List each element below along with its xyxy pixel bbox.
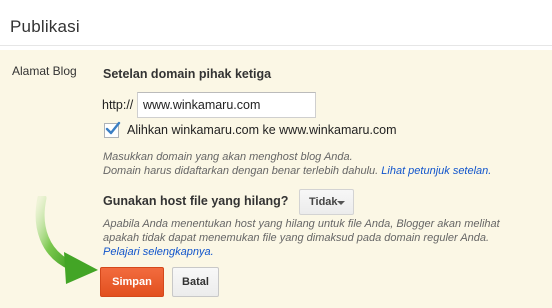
redirect-label[interactable]: Alihkan winkamaru.com ke www.winkamaru.c… bbox=[127, 123, 397, 137]
row-label: Alamat Blog bbox=[12, 64, 77, 78]
green-arrow-icon bbox=[35, 196, 98, 284]
missing-files-select[interactable]: Tidak bbox=[299, 189, 354, 215]
missing-files-selected-value: Tidak bbox=[309, 196, 338, 208]
domain-help-text-line: Domain harus didaftarkan dengan benar te… bbox=[103, 165, 379, 177]
learn-more-link[interactable]: Pelajari selengkapnya. bbox=[103, 246, 214, 258]
save-button[interactable]: Simpan bbox=[100, 267, 164, 297]
missing-files-help-text-2: apakah tidak dapat menemukan file yang d… bbox=[103, 232, 490, 244]
missing-files-help-text: Apabila Anda menentukan host yang hilang… bbox=[103, 218, 500, 230]
caret-down-icon bbox=[337, 201, 345, 205]
section-title: Publikasi bbox=[10, 17, 80, 36]
domain-settings-heading: Setelan domain pihak ketiga bbox=[103, 67, 272, 81]
checkmark-icon bbox=[105, 121, 121, 135]
domain-input[interactable] bbox=[137, 92, 316, 118]
divider bbox=[0, 45, 552, 46]
http-prefix-label: http:// bbox=[102, 98, 134, 112]
domain-help-text: Masukkan domain yang akan menghost blog … bbox=[103, 151, 353, 163]
setup-guide-link[interactable]: Lihat petunjuk setelan. bbox=[381, 165, 491, 177]
domain-help-text-2: Domain harus didaftarkan dengan benar te… bbox=[103, 165, 491, 177]
missing-files-label: Gunakan host file yang hilang? bbox=[103, 194, 289, 208]
cancel-button[interactable]: Batal bbox=[172, 267, 219, 297]
redirect-checkbox[interactable] bbox=[104, 121, 121, 138]
missing-files-help-link-row: Pelajari selengkapnya. bbox=[103, 246, 214, 258]
